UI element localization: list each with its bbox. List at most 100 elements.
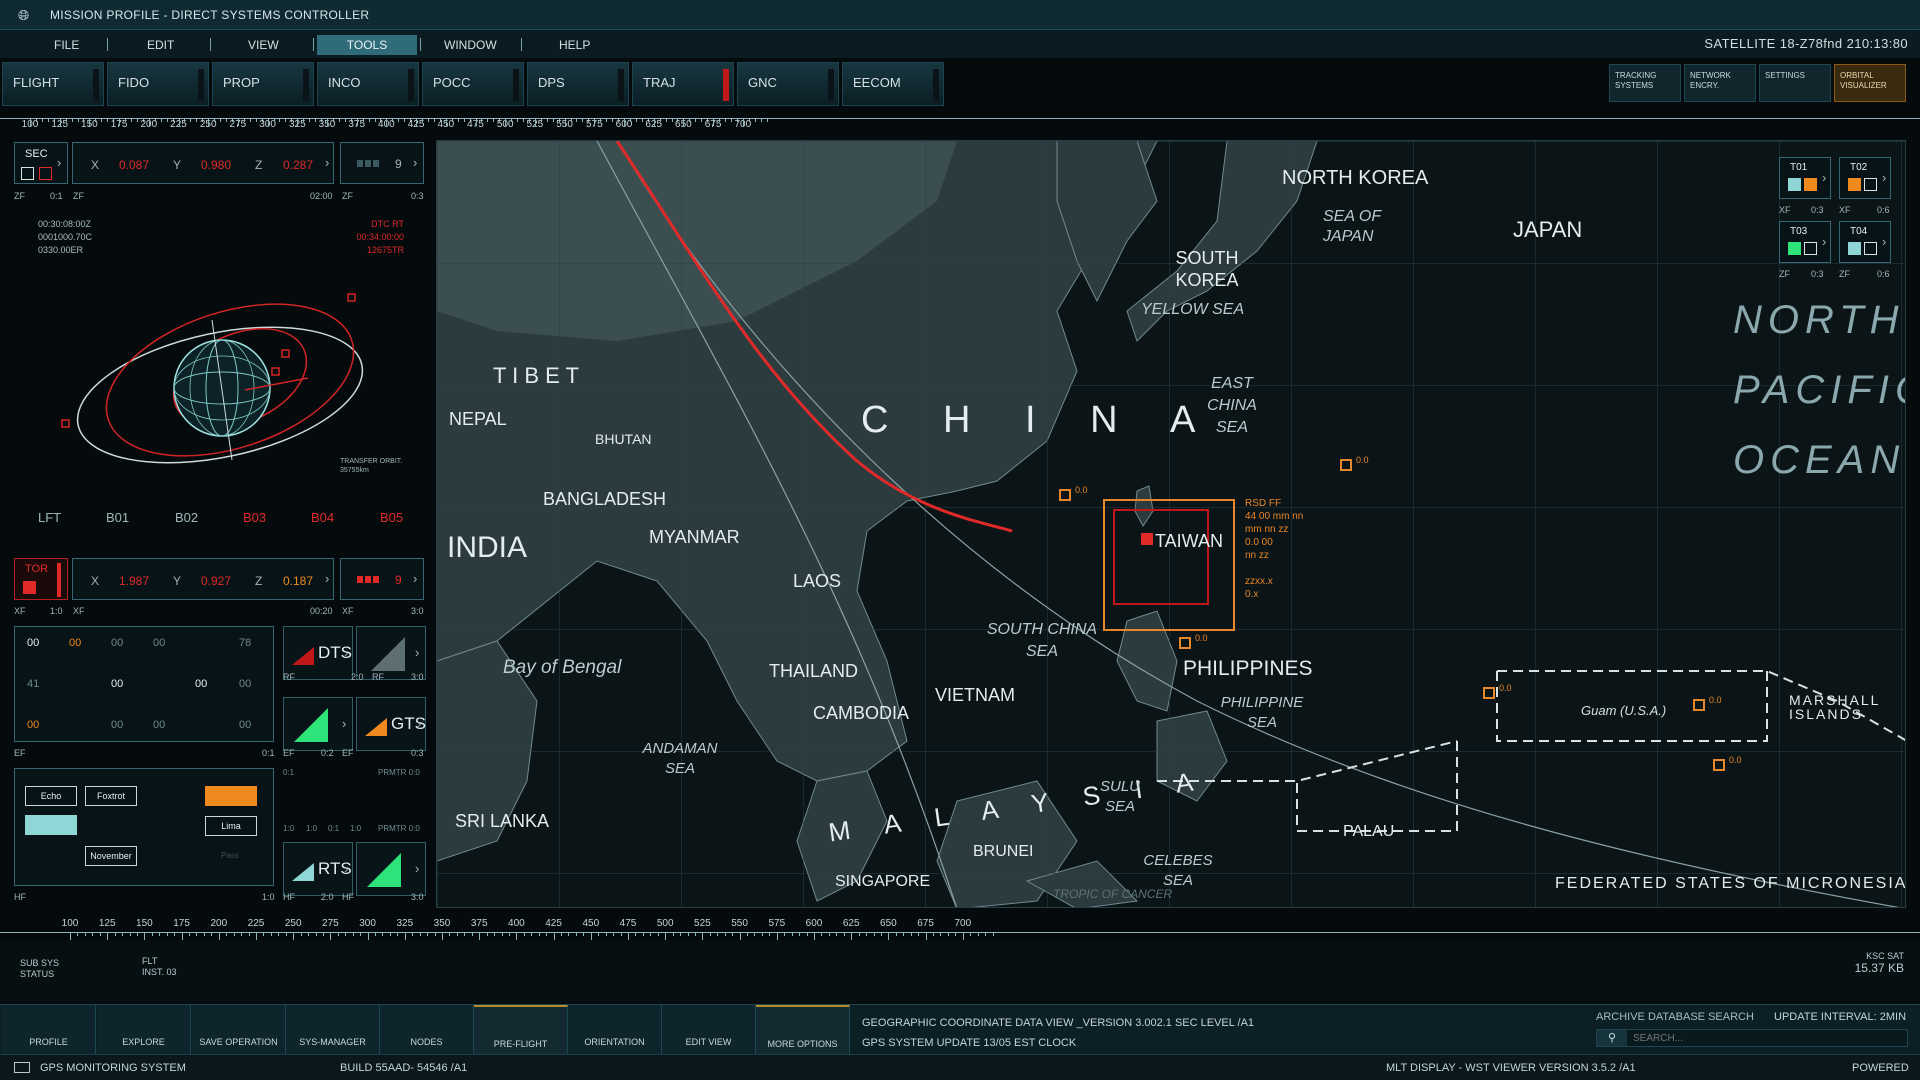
foxtrot-button[interactable]: Foxtrot — [85, 786, 137, 806]
ruler-tick — [487, 118, 489, 122]
ruler-tick — [422, 118, 424, 122]
ruler-tick — [203, 932, 205, 936]
ruler-tick — [368, 118, 370, 122]
network-encry-button[interactable]: NETWORK ENCRY. — [1684, 64, 1756, 102]
target-t04[interactable]: T04 › — [1839, 221, 1891, 263]
archive-search-field[interactable]: ⚲ — [1596, 1029, 1908, 1047]
waypoint-marker[interactable] — [1179, 637, 1191, 649]
edit-view-button[interactable]: EDIT VIEW — [662, 1005, 756, 1055]
search-input[interactable] — [1633, 1031, 1903, 1045]
ruler-tick — [404, 118, 406, 122]
tab-inco[interactable]: INCO — [317, 62, 419, 106]
tracking-systems-button[interactable]: TRACKING SYSTEMS — [1609, 64, 1681, 102]
nodes-button[interactable]: NODES — [380, 1005, 474, 1055]
target-t02[interactable]: T02 › — [1839, 157, 1891, 199]
tab-b03[interactable]: B03 — [243, 510, 266, 525]
tor-bar-meter[interactable]: 9 › — [340, 558, 424, 600]
rts-button[interactable]: RTS › — [283, 842, 353, 896]
ruler-tick — [315, 118, 317, 122]
tab-b02[interactable]: B02 — [175, 510, 198, 525]
ruler-tick — [412, 932, 414, 936]
ruler-tick — [709, 932, 711, 936]
ruler-tick — [226, 118, 228, 122]
menu-window[interactable]: WINDOW — [430, 35, 511, 55]
tab-b05[interactable]: B05 — [380, 510, 403, 525]
ruler-tick — [671, 118, 673, 122]
menu-help[interactable]: HELP — [545, 35, 604, 55]
search-icon[interactable]: ⚲ — [1597, 1030, 1627, 1046]
tab-b04[interactable]: B04 — [311, 510, 334, 525]
waypoint-marker[interactable] — [1340, 459, 1352, 471]
sec-bar-meter[interactable]: 9 › — [340, 142, 424, 184]
ruler-tick — [925, 932, 927, 940]
ruler-tick — [278, 932, 280, 936]
tab-flight[interactable]: FLIGHT — [2, 62, 104, 106]
menu-file[interactable]: FILE — [40, 35, 93, 55]
ruler-tick — [481, 118, 483, 122]
tab-eecom[interactable]: EECOM — [842, 62, 944, 106]
label-tibet: T I B E T — [493, 363, 579, 388]
orange-indicator[interactable] — [205, 786, 257, 806]
ruler-tick — [241, 932, 243, 936]
tab-b01[interactable]: B01 — [106, 510, 129, 525]
menu-view[interactable]: VIEW — [234, 35, 293, 55]
target-marker-icon[interactable] — [1141, 533, 1153, 545]
profile-button[interactable]: PROFILE — [2, 1005, 96, 1055]
ruler-tick — [89, 118, 91, 126]
ruler-tick — [791, 932, 793, 936]
ruler-tick — [181, 932, 183, 940]
label-nepal: NEPAL — [449, 409, 507, 429]
november-button[interactable]: November — [85, 846, 137, 866]
ruler-tick — [517, 118, 519, 122]
ruler-tick — [694, 932, 696, 936]
label-bhutan: BHUTAN — [595, 431, 652, 447]
ruler-tick — [332, 118, 334, 122]
ruler-tick — [523, 932, 525, 936]
settings-button[interactable]: SETTINGS — [1759, 64, 1831, 102]
ruler-tick — [338, 118, 340, 122]
waypoint-marker[interactable] — [1713, 759, 1725, 771]
green-triangle-button[interactable]: › — [283, 697, 353, 751]
waypoint-marker[interactable] — [1059, 489, 1071, 501]
waypoint-marker[interactable] — [1693, 699, 1705, 711]
teal-indicator[interactable] — [25, 815, 77, 835]
green-triangle-button-2[interactable]: › — [356, 842, 426, 896]
orbital-visualizer-button[interactable]: ORBITAL VISUALIZER — [1834, 64, 1906, 102]
gts-button[interactable]: GTS › — [356, 697, 426, 751]
menu-edit[interactable]: EDIT — [133, 35, 188, 55]
lima-button[interactable]: Lima — [205, 816, 257, 836]
geographic-map[interactable]: RSD FF 44 00 mm nn mm nn zz 0.0 00 nn zz… — [436, 140, 1906, 908]
ruler-tick — [702, 932, 704, 940]
menu-tools[interactable]: TOOLS — [317, 35, 417, 55]
waypoint-marker[interactable] — [1483, 687, 1495, 699]
pre-flight-button[interactable]: PRE-FLIGHT — [474, 1005, 568, 1055]
explore-button[interactable]: EXPLORE — [97, 1005, 191, 1055]
ruler-tick — [659, 118, 661, 122]
more-options-button[interactable]: MORE OPTIONS — [756, 1005, 850, 1055]
subsys-status: SUB SYS STATUS — [20, 958, 60, 979]
ruler-label: 200 — [210, 918, 228, 929]
ruler-label: 250 — [284, 918, 302, 929]
tab-traj[interactable]: TRAJ — [632, 62, 734, 106]
display-version-label: MLT DISPLAY - WST VIEWER VERSION 3.5.2 /… — [1386, 1062, 1636, 1074]
ruler-tick — [237, 118, 239, 126]
save-operation-button[interactable]: SAVE OPERATION — [192, 1005, 286, 1055]
echo-button[interactable]: Echo — [25, 786, 77, 806]
tab-dps[interactable]: DPS — [527, 62, 629, 106]
tab-gnc[interactable]: GNC — [737, 62, 839, 106]
ruler-tick — [456, 932, 458, 936]
ruler-tick — [742, 118, 744, 126]
ruler-tick — [538, 932, 540, 936]
target-t03[interactable]: T03 › — [1779, 221, 1831, 263]
label-marshall-islands: MARSHALL ISLANDS — [1789, 692, 1880, 722]
sec-indicator[interactable]: SEC › — [14, 142, 68, 184]
target-t01[interactable]: T01 › — [1779, 157, 1831, 199]
tab-prop[interactable]: PROP — [212, 62, 314, 106]
orientation-button[interactable]: ORIENTATION — [568, 1005, 662, 1055]
checkbox-icon — [1804, 242, 1817, 255]
sys-manager-button[interactable]: SYS-MANAGER — [286, 1005, 380, 1055]
tab-pocc[interactable]: POCC — [422, 62, 524, 106]
tab-lft[interactable]: LFT — [38, 510, 61, 525]
tab-fido[interactable]: FIDO — [107, 62, 209, 106]
tor-indicator[interactable]: TOR — [14, 558, 68, 600]
